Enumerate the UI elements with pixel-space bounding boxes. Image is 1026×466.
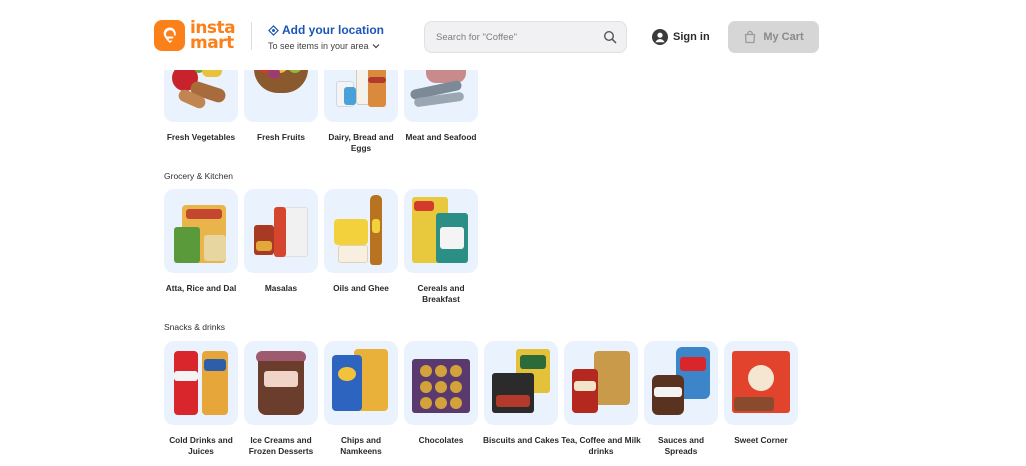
header-divider [251, 22, 252, 50]
swiggy-logo-icon [154, 20, 185, 51]
tile-label: Chips and Namkeens [340, 435, 382, 456]
tile-label: Tea, Coffee and Milk drinks [561, 435, 641, 456]
biscuits-image [484, 341, 558, 425]
ice-cream-image [244, 341, 318, 425]
tile-label: Sauces and Spreads [657, 435, 705, 456]
instamart-logo[interactable]: insta mart [154, 19, 236, 53]
tile-masalas[interactable]: Masalas [244, 189, 318, 305]
tile-label: Sweet Corner [734, 435, 788, 445]
sign-in-label: Sign in [673, 31, 710, 43]
tile-label: Ice Creams and Frozen Desserts [248, 435, 314, 456]
location-selector[interactable]: Add your location To see items in your a… [268, 23, 384, 51]
atta-image [164, 189, 238, 273]
tile-oils-ghee[interactable]: Oils and Ghee [324, 189, 398, 305]
tile-sauces-spreads[interactable]: Sauces and Spreads [644, 341, 718, 457]
search-icon[interactable] [603, 30, 617, 44]
snacks-row: Cold Drinks and Juices Ice Creams and Fr… [164, 341, 804, 457]
location-subtitle: To see items in your area [268, 41, 384, 51]
tile-label: Oils and Ghee [333, 283, 389, 293]
tile-chocolates[interactable]: Chocolates [404, 341, 478, 457]
chevron-down-icon [372, 44, 379, 49]
location-target-icon [268, 24, 279, 36]
oils-image [324, 189, 398, 273]
cereals-image [404, 189, 478, 273]
tile-label: Atta, Rice and Dal [165, 283, 237, 293]
masalas-image [244, 189, 318, 273]
chocolates-image [404, 341, 478, 425]
tile-cold-drinks-juices[interactable]: Cold Drinks and Juices [164, 341, 238, 457]
location-subtitle-text: To see items in your area [268, 41, 369, 51]
tile-label: Masalas [264, 283, 298, 293]
chips-image [324, 341, 398, 425]
top-header: insta mart Add your location To see item… [0, 0, 1026, 70]
tile-label: Cold Drinks and Juices [169, 435, 233, 456]
logo-wordmark: insta mart [190, 19, 236, 53]
my-cart-button[interactable]: My Cart [728, 21, 819, 53]
tile-biscuits-cakes[interactable]: Biscuits and Cakes [482, 341, 560, 457]
tile-chips-namkeens[interactable]: Chips and Namkeens [324, 341, 398, 457]
tile-label: Fresh Fruits [257, 132, 305, 142]
sauces-image [644, 341, 718, 425]
logo-line-2: mart [190, 32, 234, 53]
sign-in-button[interactable]: Sign in [652, 29, 710, 45]
cold-drinks-image [164, 341, 238, 425]
location-title: Add your location [268, 23, 384, 37]
cart-label: My Cart [763, 31, 804, 43]
search-input[interactable] [436, 31, 596, 43]
section-title-snacks: Snacks & drinks [164, 322, 225, 332]
tile-ice-creams[interactable]: Ice Creams and Frozen Desserts [244, 341, 318, 457]
search-bar[interactable] [424, 21, 627, 53]
sweets-image [724, 341, 798, 425]
section-title-grocery: Grocery & Kitchen [164, 171, 233, 181]
tile-sweet-corner[interactable]: Sweet Corner [724, 341, 798, 457]
tea-coffee-image [564, 341, 638, 425]
tile-label: Fresh Vegetables [166, 132, 236, 142]
location-title-text: Add your location [282, 23, 384, 37]
tile-cereals-breakfast[interactable]: Cereals and Breakfast [404, 189, 478, 305]
tile-tea-coffee[interactable]: Tea, Coffee and Milk drinks [561, 341, 641, 457]
shopping-bag-icon [745, 30, 756, 44]
tile-label: Biscuits and Cakes [482, 435, 560, 445]
tile-atta-rice-dal[interactable]: Atta, Rice and Dal [164, 189, 238, 305]
tile-label: Dairy, Bread and Eggs [328, 132, 394, 153]
tile-label: Chocolates [418, 435, 464, 445]
tile-label: Meat and Seafood [405, 132, 477, 142]
user-avatar-icon [652, 29, 668, 45]
tile-label: Cereals and Breakfast [417, 283, 465, 304]
grocery-row: Atta, Rice and Dal Masalas Oils and Ghee [164, 189, 484, 305]
